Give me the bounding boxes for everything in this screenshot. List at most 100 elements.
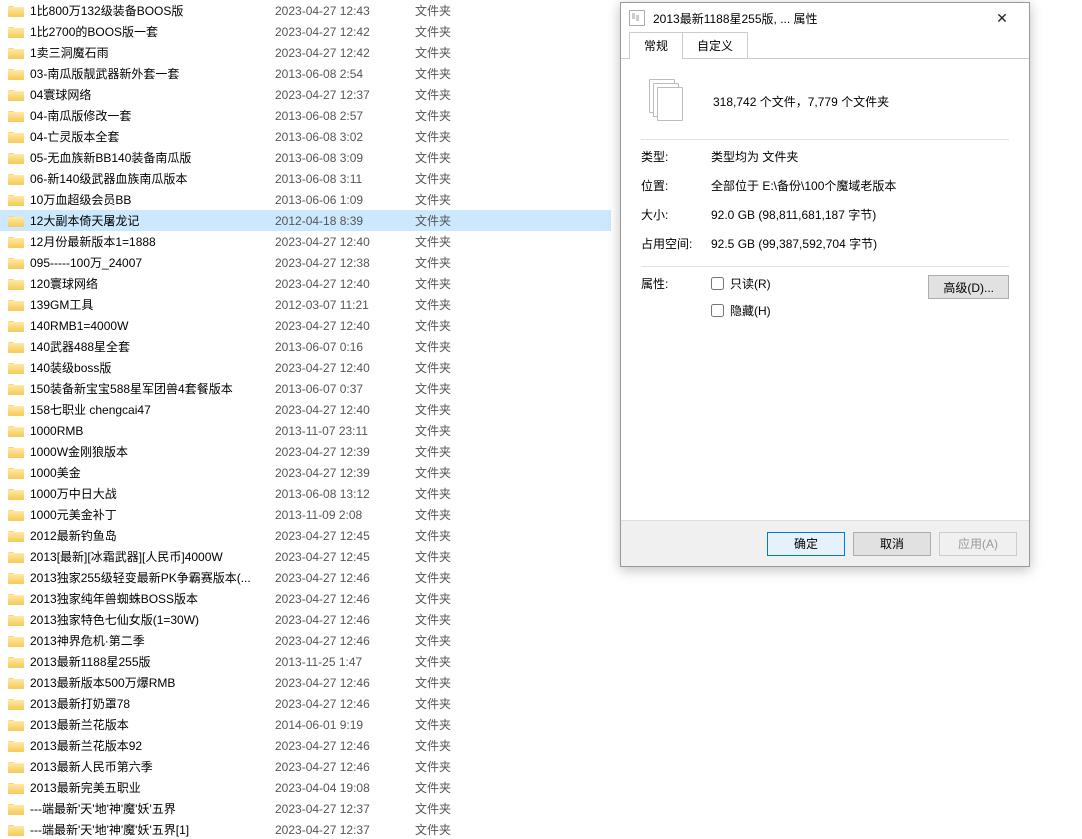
file-type: 文件夹	[415, 527, 495, 544]
dialog-titlebar[interactable]: 2013最新1188星255版, ... 属性 ✕	[621, 3, 1029, 33]
file-name: 04-南瓜版修改一套	[30, 107, 275, 124]
file-row[interactable]: 2013最新版本500万爆RMB2023-04-27 12:46文件夹	[0, 672, 611, 693]
folder-icon	[8, 508, 24, 521]
advanced-button[interactable]: 高级(D)...	[928, 275, 1009, 299]
file-row[interactable]: 03-南瓜版靓武器新外套一套2013-06-08 2:54文件夹	[0, 63, 611, 84]
label-size: 大小:	[641, 206, 711, 223]
file-row[interactable]: 04-南瓜版修改一套2013-06-08 2:57文件夹	[0, 105, 611, 126]
file-list[interactable]: 1比800万132级装备BOOS版2023-04-27 12:43文件夹1比27…	[0, 0, 611, 839]
file-row[interactable]: 140RMB1=4000W2023-04-27 12:40文件夹	[0, 315, 611, 336]
folder-icon	[8, 823, 24, 836]
file-row[interactable]: 158七职业 chengcai472023-04-27 12:40文件夹	[0, 399, 611, 420]
file-name: 1000万中日大战	[30, 485, 275, 502]
file-row[interactable]: 1卖三洞魔石雨2023-04-27 12:42文件夹	[0, 42, 611, 63]
file-name: 1000美金	[30, 464, 275, 481]
file-date: 2023-04-27 12:46	[275, 613, 415, 627]
file-type: 文件夹	[415, 569, 495, 586]
file-row[interactable]: 150装备新宝宝588星军团兽4套餐版本2013-06-07 0:37文件夹	[0, 378, 611, 399]
file-date: 2023-04-27 12:46	[275, 697, 415, 711]
apply-button[interactable]: 应用(A)	[939, 532, 1017, 556]
file-row[interactable]: 04寰球网络2023-04-27 12:37文件夹	[0, 84, 611, 105]
file-row[interactable]: ---端最新'天'地'神'魔'妖'五界[1]2023-04-27 12:37文件…	[0, 819, 611, 839]
checkbox-hidden[interactable]: 隐藏(H)	[711, 302, 928, 319]
folder-icon	[8, 760, 24, 773]
file-date: 2023-04-27 12:46	[275, 676, 415, 690]
file-type: 文件夹	[415, 44, 495, 61]
file-row[interactable]: 10万血超级会员BB2013-06-06 1:09文件夹	[0, 189, 611, 210]
file-type: 文件夹	[415, 149, 495, 166]
file-name: 2013独家255级轻变最新PK争霸赛版本(...	[30, 569, 275, 586]
value-size: 92.0 GB (98,811,681,187 字节)	[711, 206, 1009, 223]
tab-custom[interactable]: 自定义	[682, 32, 748, 58]
file-type: 文件夹	[415, 695, 495, 712]
file-type: 文件夹	[415, 317, 495, 334]
file-date: 2023-04-27 12:45	[275, 550, 415, 564]
file-row[interactable]: 139GM工具2012-03-07 11:21文件夹	[0, 294, 611, 315]
ok-button[interactable]: 确定	[767, 532, 845, 556]
file-row[interactable]: 2013最新兰花版本922023-04-27 12:46文件夹	[0, 735, 611, 756]
file-row[interactable]: 1000W金刚狼版本2023-04-27 12:39文件夹	[0, 441, 611, 462]
file-row[interactable]: 12月份最新版本1=18882023-04-27 12:40文件夹	[0, 231, 611, 252]
dialog-button-bar: 确定 取消 应用(A)	[621, 520, 1029, 566]
file-name: 04-亡灵版本全套	[30, 128, 275, 145]
file-name: 095-----100万_24007	[30, 254, 275, 271]
properties-dialog: 2013最新1188星255版, ... 属性 ✕ 常规 自定义 318,742…	[620, 2, 1030, 567]
file-date: 2023-04-04 19:08	[275, 781, 415, 795]
file-row[interactable]: 1000RMB2013-11-07 23:11文件夹	[0, 420, 611, 441]
file-row[interactable]: 06-新140级武器血族南瓜版本2013-06-08 3:11文件夹	[0, 168, 611, 189]
file-row[interactable]: 2012最新钓鱼岛2023-04-27 12:45文件夹	[0, 525, 611, 546]
folder-icon	[8, 382, 24, 395]
file-type: 文件夹	[415, 632, 495, 649]
file-row[interactable]: 140武器488星全套2013-06-07 0:16文件夹	[0, 336, 611, 357]
file-date: 2012-04-18 8:39	[275, 214, 415, 228]
checkbox-hidden-input[interactable]	[711, 304, 724, 317]
file-row[interactable]: 2013[最新][冰霜武器][人民币]4000W2023-04-27 12:45…	[0, 546, 611, 567]
file-row[interactable]: 2013最新打奶罩782023-04-27 12:46文件夹	[0, 693, 611, 714]
file-row[interactable]: 1000元美金补丁2013-11-09 2:08文件夹	[0, 504, 611, 525]
file-row[interactable]: 1比800万132级装备BOOS版2023-04-27 12:43文件夹	[0, 0, 611, 21]
file-row[interactable]: 2013独家纯年兽蜘蛛BOSS版本2023-04-27 12:46文件夹	[0, 588, 611, 609]
cancel-button[interactable]: 取消	[853, 532, 931, 556]
file-row[interactable]: 2013独家特色七仙女版(1=30W)2023-04-27 12:46文件夹	[0, 609, 611, 630]
file-row[interactable]: 2013最新1188星255版2013-11-25 1:47文件夹	[0, 651, 611, 672]
file-date: 2012-03-07 11:21	[275, 298, 415, 312]
file-date: 2023-04-27 12:40	[275, 235, 415, 249]
label-disk-size: 占用空间:	[641, 235, 711, 252]
folder-icon	[8, 298, 24, 311]
file-row[interactable]: 1000美金2023-04-27 12:39文件夹	[0, 462, 611, 483]
file-name: 04寰球网络	[30, 86, 275, 103]
file-date: 2013-11-07 23:11	[275, 424, 415, 438]
file-date: 2023-04-27 12:37	[275, 823, 415, 837]
file-row[interactable]: 2013最新完美五职业2023-04-04 19:08文件夹	[0, 777, 611, 798]
file-row[interactable]: 12大副本倚天屠龙记2012-04-18 8:39文件夹	[0, 210, 611, 231]
folder-icon	[8, 718, 24, 731]
file-type: 文件夹	[415, 422, 495, 439]
file-row[interactable]: 2013最新人民币第六季2023-04-27 12:46文件夹	[0, 756, 611, 777]
file-row[interactable]: ---端最新'天'地'神'魔'妖'五界2023-04-27 12:37文件夹	[0, 798, 611, 819]
file-row[interactable]: 120寰球网络2023-04-27 12:40文件夹	[0, 273, 611, 294]
file-type: 文件夹	[415, 737, 495, 754]
file-row[interactable]: 140装级boss版2023-04-27 12:40文件夹	[0, 357, 611, 378]
file-row[interactable]: 2013独家255级轻变最新PK争霸赛版本(...2023-04-27 12:4…	[0, 567, 611, 588]
file-name: ---端最新'天'地'神'魔'妖'五界	[30, 800, 275, 817]
file-row[interactable]: 2013最新兰花版本2014-06-01 9:19文件夹	[0, 714, 611, 735]
folder-icon	[8, 802, 24, 815]
file-row[interactable]: 05-无血族新BB140装备南瓜版2013-06-08 3:09文件夹	[0, 147, 611, 168]
checkbox-readonly[interactable]: 只读(R)	[711, 275, 928, 292]
file-row[interactable]: 2013神界危机·第二季2023-04-27 12:46文件夹	[0, 630, 611, 651]
tab-general[interactable]: 常规	[629, 32, 683, 58]
file-type: 文件夹	[415, 821, 495, 838]
close-button[interactable]: ✕	[981, 4, 1023, 32]
file-type: 文件夹	[415, 233, 495, 250]
checkbox-readonly-input[interactable]	[711, 277, 724, 290]
file-row[interactable]: 04-亡灵版本全套2013-06-08 3:02文件夹	[0, 126, 611, 147]
file-name: 140装级boss版	[30, 359, 275, 376]
file-row[interactable]: 1000万中日大战2013-06-08 13:12文件夹	[0, 483, 611, 504]
file-name: 1000RMB	[30, 424, 275, 438]
folder-icon	[8, 67, 24, 80]
folder-icon	[8, 25, 24, 38]
file-row[interactable]: 1比2700的BOOS版一套2023-04-27 12:42文件夹	[0, 21, 611, 42]
file-name: 2013最新完美五职业	[30, 779, 275, 796]
file-date: 2023-04-27 12:46	[275, 739, 415, 753]
file-row[interactable]: 095-----100万_240072023-04-27 12:38文件夹	[0, 252, 611, 273]
